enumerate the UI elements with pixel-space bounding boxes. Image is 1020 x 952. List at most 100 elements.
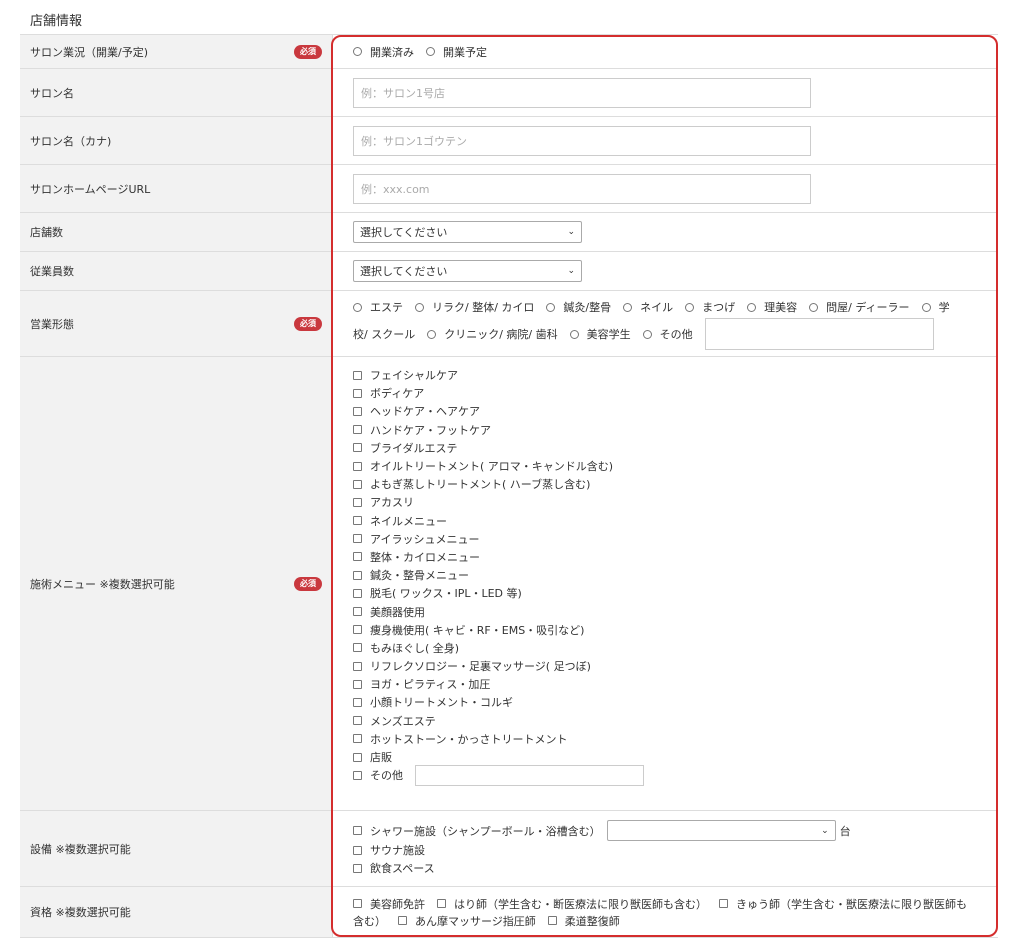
radio-opened[interactable]: 開業済み <box>353 44 414 60</box>
checkbox-icon[interactable] <box>353 588 362 598</box>
radio-planned[interactable]: 開業予定 <box>426 44 487 60</box>
checkbox-icon[interactable] <box>353 534 362 544</box>
checkbox-icon[interactable] <box>353 625 362 635</box>
radio-icon[interactable] <box>747 302 757 312</box>
checkbox-icon[interactable] <box>353 443 362 453</box>
checkbox-icon[interactable] <box>353 516 362 526</box>
menu-checkbox-item[interactable]: ホットストーン・かっさトリートメント <box>353 730 998 748</box>
business-type-radio[interactable]: 鍼灸/整骨 <box>546 299 611 315</box>
menu-checkbox-item[interactable]: その他 <box>353 764 998 786</box>
qualification-checkbox[interactable]: あん摩マッサージ指圧師 <box>398 913 536 929</box>
facility-dining[interactable]: 飲食スペース <box>353 859 998 877</box>
radio-icon[interactable] <box>685 302 695 312</box>
menu-checkbox-item[interactable]: 脱毛( ワックス・IPL・LED 等) <box>353 584 998 602</box>
radio-icon[interactable] <box>415 302 424 312</box>
menu-checkbox-item[interactable]: 整体・カイロメニュー <box>353 548 998 566</box>
checkbox-icon[interactable] <box>353 899 362 908</box>
row-homepage: サロンホームページURL 例：xxx.com <box>20 165 998 213</box>
menu-checkbox-item[interactable]: 痩身機使用( キャビ・RF・EMS・吸引など) <box>353 621 998 639</box>
qualification-checkbox[interactable]: 美容師免許 <box>353 896 425 912</box>
checkbox-icon[interactable] <box>353 497 362 507</box>
menu-checkbox-item[interactable]: フェイシャルケア <box>353 366 998 384</box>
menu-checkbox-item[interactable]: ボディケア <box>353 384 998 402</box>
menu-checkbox-item[interactable]: 店販 <box>353 748 998 766</box>
radio-icon[interactable] <box>921 302 931 312</box>
checkbox-icon[interactable] <box>719 899 728 908</box>
menu-checkbox-item[interactable]: 小顔トリートメント・コルギ <box>353 693 998 711</box>
label-salon-kana: サロン名（カナ) <box>20 117 333 164</box>
checkbox-icon[interactable] <box>353 752 362 762</box>
radio-icon[interactable] <box>623 302 633 312</box>
business-type-radio[interactable]: その他 <box>642 326 693 342</box>
checkbox-icon[interactable] <box>353 826 362 835</box>
business-type-radio[interactable]: まつげ <box>685 299 735 315</box>
business-type-radio[interactable]: 問屋/ ディーラー <box>809 299 910 315</box>
radio-icon[interactable] <box>426 47 435 56</box>
business-type-other-input[interactable] <box>704 318 934 350</box>
radio-icon[interactable] <box>569 329 579 339</box>
business-type-radio[interactable]: 理美容 <box>747 299 797 315</box>
menu-checkbox-item[interactable]: リフレクソロジー・足裏マッサージ( 足つぼ) <box>353 657 998 675</box>
facility-shower[interactable]: シャワー施設（シャンプーボール・浴槽含む） ⌄ 台 <box>353 820 998 841</box>
business-type-radio[interactable]: ネイル <box>623 299 673 315</box>
qualification-checkbox[interactable]: 柔道整復師 <box>547 913 620 929</box>
menu-checkbox-item[interactable]: アカスリ <box>353 493 998 511</box>
store-count-select[interactable]: 選択してください ⌄ <box>353 221 582 243</box>
checkbox-icon[interactable] <box>437 899 446 908</box>
radio-icon[interactable] <box>353 47 362 56</box>
business-type-radio[interactable]: エステ <box>353 299 403 315</box>
checkbox-icon[interactable] <box>353 406 362 416</box>
business-type-wrap-text: 校/ スクール <box>353 328 416 341</box>
radio-icon[interactable] <box>427 329 437 339</box>
menu-checkbox-item[interactable]: よもぎ蒸しトリートメント( ハーブ蒸し含む) <box>353 475 998 493</box>
menu-checkbox-item[interactable]: 鍼灸・整骨メニュー <box>353 566 998 584</box>
checkbox-icon[interactable] <box>353 679 362 689</box>
checkbox-icon[interactable] <box>398 916 407 925</box>
checkbox-icon[interactable] <box>547 916 557 925</box>
facility-sauna[interactable]: サウナ施設 <box>353 841 998 859</box>
checkbox-icon[interactable] <box>353 425 362 435</box>
menu-checkbox-item[interactable]: ハンドケア・フットケア <box>353 421 998 439</box>
qualification-checkbox[interactable]: はり師（学生含む・断医療法に限り獣医師も含む） <box>437 896 707 912</box>
menu-checkbox-item[interactable]: ネイルメニュー <box>353 512 998 530</box>
radio-icon[interactable] <box>809 302 819 312</box>
checkbox-icon[interactable] <box>353 661 362 671</box>
checkbox-icon[interactable] <box>353 697 362 707</box>
radio-icon[interactable] <box>353 302 362 312</box>
row-facilities: 設備 ※複数選択可能 シャワー施設（シャンプーボール・浴槽含む） ⌄ 台 サウナ… <box>20 811 998 887</box>
checkbox-icon[interactable] <box>353 570 362 580</box>
radio-icon[interactable] <box>546 302 556 312</box>
business-type-radio[interactable]: クリニック/ 病院/ 歯科 <box>427 326 558 342</box>
checkbox-icon[interactable] <box>353 388 362 398</box>
employee-count-select[interactable]: 選択してください ⌄ <box>353 260 582 282</box>
checkbox-icon[interactable] <box>353 552 362 562</box>
checkbox-icon[interactable] <box>353 863 362 873</box>
business-type-radio[interactable]: 学 <box>921 299 950 315</box>
checkbox-icon[interactable] <box>353 479 362 489</box>
radio-icon[interactable] <box>642 329 652 339</box>
business-type-radio[interactable]: リラク/ 整体/ カイロ <box>415 299 534 315</box>
checkbox-icon[interactable] <box>353 643 362 653</box>
homepage-url-input[interactable]: 例：xxx.com <box>353 173 811 204</box>
salon-kana-input[interactable]: 例：サロン1ゴウテン <box>353 125 811 156</box>
salon-name-input[interactable]: 例：サロン1号店 <box>353 77 811 108</box>
menu-checkbox-item[interactable]: もみほぐし( 全身) <box>353 639 998 657</box>
menu-checkbox-item[interactable]: ヨガ・ピラティス・加圧 <box>353 675 998 693</box>
qualification-checkbox[interactable]: きゅう師（学生含む・獣医療法に限り獣医師も <box>719 896 967 912</box>
checkbox-icon[interactable] <box>353 845 362 855</box>
menu-checkbox-item[interactable]: ヘッドケア・ヘアケア <box>353 402 998 420</box>
shower-count-select[interactable]: ⌄ <box>606 820 836 841</box>
menu-checkbox-item[interactable]: メンズエステ <box>353 712 998 730</box>
checkbox-icon[interactable] <box>353 770 362 780</box>
checkbox-icon[interactable] <box>353 607 362 617</box>
business-type-radio[interactable]: 美容学生 <box>569 326 631 342</box>
menu-checkbox-item[interactable]: アイラッシュメニュー <box>353 530 998 548</box>
checkbox-icon[interactable] <box>353 716 362 726</box>
menu-checkbox-item[interactable]: オイルトリートメント( アロマ・キャンドル含む) <box>353 457 998 475</box>
menu-checkbox-item[interactable]: ブライダルエステ <box>353 439 998 457</box>
checkbox-icon[interactable] <box>353 734 362 744</box>
checkbox-icon[interactable] <box>353 370 362 380</box>
menu-checkbox-item[interactable]: 美顔器使用 <box>353 602 998 620</box>
checkbox-icon[interactable] <box>353 461 362 471</box>
menu-other-input[interactable] <box>415 764 644 786</box>
